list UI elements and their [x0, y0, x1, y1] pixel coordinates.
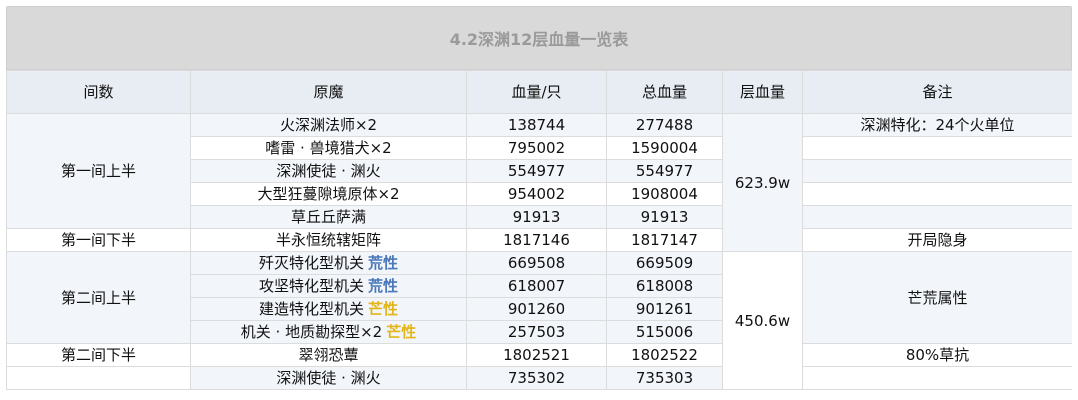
hp-each-cell: 954002	[466, 182, 607, 206]
layer-hp-cell: 450.6w	[722, 251, 803, 390]
hp-total-cell: 554977	[606, 159, 723, 183]
monster-cell: 嗜雷 · 兽境猎犬×2	[190, 136, 467, 160]
hp-each-cell: 795002	[466, 136, 607, 160]
table-row: 深渊使徒 · 渊火 735302 735303	[6, 366, 1072, 390]
room-cell: 第一间上半	[6, 113, 191, 229]
hp-total-cell: 618008	[606, 274, 723, 298]
table-row: 第一间上半 火深渊法师×2 138744 277488 623.9w 深渊特化：…	[6, 113, 1072, 252]
note-cell: 深渊特化：24个火单位	[802, 113, 1072, 137]
hp-each-cell: 1817146	[466, 228, 607, 252]
header-monster: 原魔	[190, 70, 467, 114]
element-tag: 芒性	[386, 323, 417, 341]
header-note: 备注	[802, 70, 1072, 114]
monster-cell: 机关 · 地质勘探型×2 芒性	[190, 320, 467, 344]
note-cell: 开局隐身	[802, 228, 1072, 252]
hp-each-cell: 1802521	[466, 343, 607, 367]
hp-total-cell: 277488	[606, 113, 723, 137]
hp-table: 间数 原魔 血量/只 总血量 层血量 备注 第一间上半 火深渊法师×2 1387…	[6, 70, 1072, 390]
note-cell	[802, 136, 1072, 160]
monster-cell: 攻坚特化型机关 荒性	[190, 274, 467, 298]
header-layer-hp: 层血量	[722, 70, 803, 114]
hp-each-cell: 669508	[466, 251, 607, 275]
hp-each-cell: 91913	[466, 205, 607, 229]
hp-total-cell: 1590004	[606, 136, 723, 160]
monster-cell: 大型狂蔓隙境原体×2	[190, 182, 467, 206]
header-hp-total: 总血量	[606, 70, 723, 114]
hp-total-cell: 1817147	[606, 228, 723, 252]
monster-cell: 深渊使徒 · 渊火	[190, 159, 467, 183]
header-hp-each: 血量/只	[466, 70, 607, 114]
hp-total-cell: 669509	[606, 251, 723, 275]
header-room: 间数	[6, 70, 191, 114]
hp-total-cell: 91913	[606, 205, 723, 229]
monster-cell: 深渊使徒 · 渊火	[190, 366, 467, 390]
table-row: 第一间下半 半永恒统辖矩阵 1817146 1817147 开局隐身	[6, 228, 1072, 252]
hp-total-cell: 901261	[606, 297, 723, 321]
hp-each-cell: 138744	[466, 113, 607, 137]
room-cell: 第二间下半	[6, 343, 191, 367]
element-tag: 芒性	[368, 300, 399, 318]
monster-cell: 翠翎恐蕈	[190, 343, 467, 367]
table-row: 第二间上半 歼灭特化型机关 荒性 669508 669509 450.6w 芒荒属…	[6, 251, 1072, 390]
note-cell	[802, 205, 1072, 229]
hp-table-card: 4.2深渊12层血量一览表 间数 原魔 血量/只 总血量 层血量 备注 第一间上…	[6, 6, 1072, 400]
hp-each-cell: 257503	[466, 320, 607, 344]
room-cell: 第一间下半	[6, 228, 191, 252]
hp-each-cell: 735302	[466, 366, 607, 390]
room-cell: 第二间上半	[6, 251, 191, 344]
note-cell: 芒荒属性	[802, 251, 1072, 344]
element-tag: 荒性	[368, 277, 399, 295]
hp-each-cell: 618007	[466, 274, 607, 298]
monster-cell: 建造特化型机关 芒性	[190, 297, 467, 321]
hp-total-cell: 1908004	[606, 182, 723, 206]
element-tag: 荒性	[368, 254, 399, 272]
monster-cell: 歼灭特化型机关 荒性	[190, 251, 467, 275]
table-row: 第二间下半 翠翎恐蕈 1802521 1802522 80%草抗	[6, 343, 1072, 367]
layer-hp-cell: 623.9w	[722, 113, 803, 252]
hp-total-cell: 735303	[606, 366, 723, 390]
note-cell	[802, 182, 1072, 206]
hp-total-cell: 1802522	[606, 343, 723, 367]
hp-each-cell: 554977	[466, 159, 607, 183]
monster-cell: 草丘丘萨满	[190, 205, 467, 229]
note-cell	[802, 159, 1072, 183]
table-header-row: 间数 原魔 血量/只 总血量 层血量 备注	[6, 70, 1072, 114]
hp-total-cell: 515006	[606, 320, 723, 344]
monster-cell: 火深渊法师×2	[190, 113, 467, 137]
table-title: 4.2深渊12层血量一览表	[6, 6, 1072, 70]
monster-cell: 半永恒统辖矩阵	[190, 228, 467, 252]
note-cell: 80%草抗	[802, 343, 1072, 367]
hp-each-cell: 901260	[466, 297, 607, 321]
note-cell	[802, 366, 1072, 390]
room-cell	[6, 366, 191, 390]
